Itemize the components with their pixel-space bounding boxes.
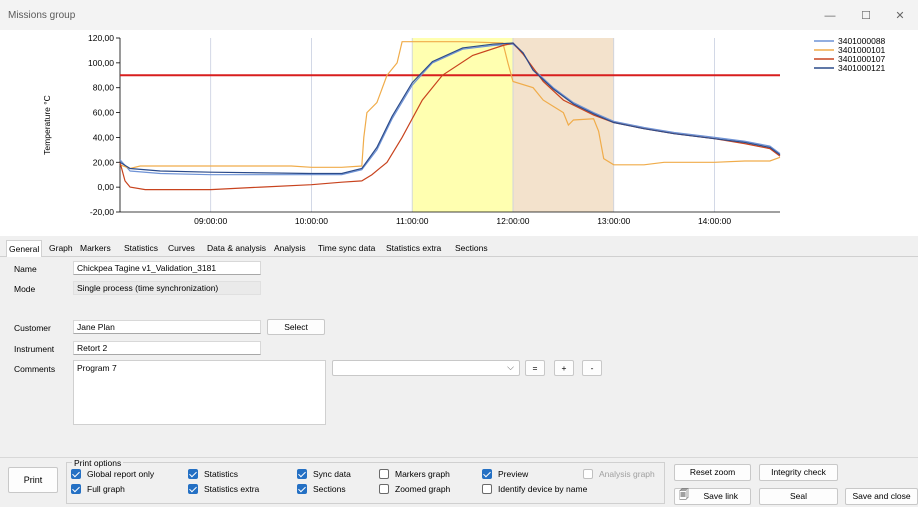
- seal-button[interactable]: Seal: [759, 488, 838, 505]
- x-tick-label: 13:00:00: [597, 216, 630, 226]
- analysis-graph-checkbox: Analysis graph: [583, 469, 655, 481]
- name-label: Name: [14, 264, 37, 274]
- y-tick-label: 0,00: [97, 182, 114, 192]
- highlight-band: [512, 38, 614, 212]
- window-title: Missions group: [8, 10, 76, 21]
- print-options-title: Print options: [72, 458, 124, 468]
- x-tick-label: 11:00:00: [396, 216, 429, 226]
- zoomed-graph-checkbox[interactable]: Zoomed graph: [379, 484, 450, 496]
- select-button[interactable]: Select: [267, 319, 325, 335]
- checkbox-label: Markers graph: [395, 469, 450, 479]
- identify-device-by-name-checkbox[interactable]: Identify device by name: [482, 484, 587, 496]
- checkbox-label: Global report only: [87, 469, 155, 479]
- instrument-field[interactable]: Retort 2: [73, 341, 261, 355]
- comments-combo[interactable]: ⌵: [332, 360, 520, 376]
- chart-area[interactable]: 09:00:00 10:00:00 11:00:00 12:00:00 13:00:00…: [0, 30, 918, 236]
- y-tick-label: 60,00: [93, 108, 115, 118]
- checkbox-label: Zoomed graph: [395, 484, 451, 494]
- tab-statistics-extra[interactable]: Statistics extra: [384, 240, 443, 257]
- tab-bar: General Graph Markers Statistics Curves …: [0, 240, 918, 258]
- bottom-bar: Print Print options Global report only Fu…: [0, 457, 918, 507]
- general-panel: Name Chickpea Tagine v1_Validation_3181 …: [4, 257, 916, 447]
- name-field[interactable]: Chickpea Tagine v1_Validation_3181: [73, 261, 261, 275]
- y-tick-label: 120,00: [88, 33, 114, 43]
- y-tick-label: 100,00: [88, 58, 114, 68]
- y-axis-label: Temperature °C: [42, 95, 52, 155]
- tab-markers[interactable]: Markers: [78, 240, 113, 257]
- checkbox-box: [379, 469, 389, 479]
- legend-label: 3401000121: [838, 63, 886, 73]
- save-and-close-button[interactable]: Save and close: [845, 488, 918, 505]
- checkbox-box: [379, 484, 389, 494]
- print-button[interactable]: Print: [8, 467, 58, 493]
- checkbox-box: [482, 484, 492, 494]
- chevron-down-icon: ⌵: [507, 362, 514, 372]
- checkbox-box: [188, 469, 198, 479]
- sections-checkbox[interactable]: Sections: [297, 484, 346, 496]
- integrity-check-button[interactable]: Integrity check: [759, 464, 838, 481]
- mode-field: Single process (time synchronization): [73, 281, 261, 295]
- reset-zoom-button[interactable]: Reset zoom: [674, 464, 751, 481]
- checkbox-box: [297, 469, 307, 479]
- mode-label: Mode: [14, 284, 36, 294]
- equals-button[interactable]: =: [525, 360, 545, 376]
- checkbox-label: Full graph: [87, 484, 125, 494]
- x-tick-label: 10:00:00: [295, 216, 328, 226]
- checkbox-label: Preview: [498, 469, 529, 479]
- x-tick-label: 12:00:00: [496, 216, 529, 226]
- checkbox-label: Statistics extra: [204, 484, 260, 494]
- remove-button[interactable]: -: [582, 360, 602, 376]
- tab-statistics[interactable]: Statistics: [122, 240, 160, 257]
- checkbox-box: [71, 484, 81, 494]
- checkbox-box: [583, 469, 593, 479]
- temperature-chart[interactable]: 09:00:00 10:00:00 11:00:00 12:00:00 13:00:00…: [0, 30, 918, 236]
- markers-graph-checkbox[interactable]: Markers graph: [379, 469, 450, 481]
- statistics-extra-checkbox[interactable]: Statistics extra: [188, 484, 259, 496]
- comments-label: Comments: [14, 364, 56, 374]
- save-icon: 🗐: [679, 490, 689, 501]
- tab-sections[interactable]: Sections: [453, 240, 490, 257]
- checkbox-box: [482, 469, 492, 479]
- global-report-only-checkbox[interactable]: Global report only: [71, 469, 154, 481]
- preview-checkbox[interactable]: Preview: [482, 469, 528, 481]
- tab-data-analysis[interactable]: Data & analysis: [205, 240, 268, 257]
- tab-general[interactable]: General: [6, 240, 43, 258]
- maximize-button[interactable]: ☐: [852, 6, 880, 26]
- full-graph-checkbox[interactable]: Full graph: [71, 484, 125, 496]
- checkbox-label: Identify device by name: [498, 484, 588, 494]
- print-options-group: [66, 462, 665, 504]
- checkbox-label: Sync data: [313, 469, 351, 479]
- checkbox-label: Analysis graph: [599, 469, 655, 479]
- customer-field[interactable]: Jane Plan: [73, 320, 261, 334]
- y-tick-label: 80,00: [93, 83, 115, 93]
- instrument-label: Instrument: [14, 344, 55, 354]
- tab-curves[interactable]: Curves: [166, 240, 197, 257]
- sync-data-checkbox[interactable]: Sync data: [297, 469, 351, 481]
- statistics-checkbox[interactable]: Statistics: [188, 469, 238, 481]
- highlight-band: [412, 38, 513, 212]
- customer-label: Customer: [14, 323, 51, 333]
- checkbox-label: Sections: [313, 484, 346, 494]
- add-button[interactable]: +: [554, 360, 574, 376]
- save-link-label: Save link: [703, 491, 739, 501]
- tab-graph[interactable]: Graph: [47, 240, 75, 257]
- close-button[interactable]: ✕: [886, 6, 914, 26]
- title-bar: Missions group — ☐ ✕: [0, 0, 918, 30]
- save-link-button[interactable]: 🗐 Save link: [674, 488, 751, 505]
- tab-time-sync-data[interactable]: Time sync data: [316, 240, 377, 257]
- checkbox-label: Statistics: [204, 469, 239, 479]
- x-tick-label: 09:00:00: [194, 216, 227, 226]
- checkbox-box: [188, 484, 198, 494]
- y-tick-label: 40,00: [93, 132, 115, 142]
- x-tick-label: 14:00:00: [698, 216, 731, 226]
- y-tick-label: -20,00: [90, 207, 114, 217]
- y-tick-label: 20,00: [93, 157, 115, 167]
- minimize-button[interactable]: —: [816, 6, 844, 26]
- comments-textarea[interactable]: Program 7: [73, 360, 326, 425]
- checkbox-box: [71, 469, 81, 479]
- tab-analysis[interactable]: Analysis: [272, 240, 308, 257]
- checkbox-box: [297, 484, 307, 494]
